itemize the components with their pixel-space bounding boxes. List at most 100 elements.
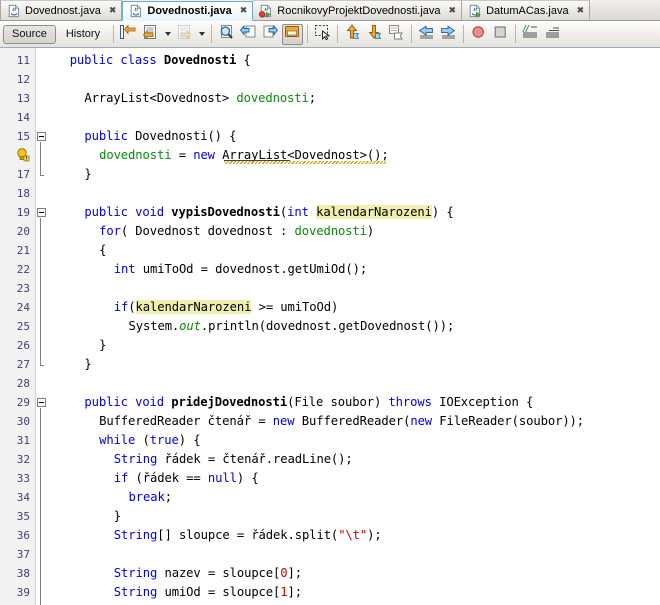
find-next-icon <box>262 24 279 45</box>
forward-navigation-icon <box>176 24 193 45</box>
code-text-area[interactable]: public class Dovednosti { ArrayList<Doved… <box>49 48 660 605</box>
back-dropdown-button[interactable] <box>162 24 173 45</box>
comment-icon: // <box>522 23 539 45</box>
toolbar-separator <box>113 25 115 43</box>
code-folding-bar[interactable] <box>36 48 49 605</box>
editor-tab-dovednosti[interactable]: Dovednosti.java ✖ <box>122 1 254 21</box>
back-navigation-icon <box>142 24 159 45</box>
code-line: } <box>113 509 122 523</box>
chevron-down-icon <box>198 32 205 36</box>
line-number: 19 <box>16 206 30 219</box>
line-number-gutter: 11 12 13 14 15! 17 18 19 20 21 22 23 24 25 26 27 28 29 30 3… <box>0 48 36 605</box>
line-number: 39 <box>16 586 30 599</box>
svg-text://: // <box>522 24 530 33</box>
stop-macro-recording-button[interactable] <box>490 24 511 45</box>
code-line: } <box>84 167 92 181</box>
editor-tab-rocnikovyprojektdovednosti[interactable]: RocnikovyProjektDovednosti.java ✖ <box>253 0 463 20</box>
code-line: } <box>84 357 92 371</box>
comment-button[interactable]: // <box>520 23 541 45</box>
code-line: public class Dovednosti { <box>69 53 251 67</box>
last-edit-button[interactable] <box>118 23 139 45</box>
back-navigation-button[interactable] <box>140 24 161 45</box>
editor-tab-label: DatumACas.java <box>486 4 569 17</box>
code-line: for( Dovednost dovednost : dovednosti) <box>99 224 375 238</box>
next-bookmark-icon <box>366 24 383 45</box>
svg-text:!: ! <box>25 156 28 163</box>
toggle-rectangular-selection-button[interactable] <box>312 24 333 45</box>
start-macro-recording-icon <box>470 24 487 45</box>
code-editor[interactable]: 11 12 13 14 15! 17 18 19 20 21 22 23 24 25 26 27 28 29 30 3… <box>0 48 660 605</box>
line-number: 31 <box>16 434 30 447</box>
next-bookmark-button[interactable] <box>364 24 385 45</box>
editor-tab-dovednost[interactable]: Dovednost.java ✖ <box>0 0 123 20</box>
code-line: BufferedReader čtenář = new BufferedRead… <box>99 414 585 428</box>
fold-collapse-button[interactable] <box>37 208 46 217</box>
fold-collapse-button[interactable] <box>37 398 46 407</box>
toggle-highlight-button[interactable] <box>282 23 304 45</box>
toggle-rectangular-selection-icon <box>314 24 331 45</box>
netbeans-editor-window: Dovednost.java ✖ Dovednosti.java ✖ Rocniko… <box>0 0 660 605</box>
line-number: 14 <box>16 111 30 124</box>
line-number: 18 <box>16 187 30 200</box>
line-number: 33 <box>16 472 30 485</box>
forward-navigation-button[interactable] <box>174 24 195 45</box>
code-line: while (true) { <box>99 433 201 447</box>
toggle-highlight-icon <box>284 24 301 45</box>
toolbar-separator <box>411 25 413 43</box>
find-next-button[interactable] <box>260 24 281 45</box>
line-number: 27 <box>16 358 30 371</box>
code-line: break; <box>128 490 173 504</box>
line-number: 32 <box>16 453 30 466</box>
close-icon[interactable]: ✖ <box>109 2 117 20</box>
close-icon[interactable]: ✖ <box>577 2 585 20</box>
close-icon[interactable]: ✖ <box>240 2 248 20</box>
code-line: String nazev = sloupce[0]; <box>113 566 303 580</box>
code-line: if(kalendarNarozeni >= umiToOd) <box>113 300 339 314</box>
line-number: 15 <box>16 130 30 143</box>
code-line: if (řádek == null) { <box>113 471 259 485</box>
chevron-down-icon <box>164 32 171 36</box>
code-line: int umiToOd = dovednost.getUmiOd(); <box>113 262 368 276</box>
source-label: Source <box>12 28 47 40</box>
previous-bookmark-button[interactable] <box>342 24 363 45</box>
identifier-underline <box>224 160 291 161</box>
uncomment-button[interactable] <box>542 24 563 45</box>
toggle-bookmark-button[interactable] <box>386 24 407 45</box>
line-number: 20 <box>16 225 30 238</box>
shift-left-button[interactable] <box>416 24 437 45</box>
toolbar-separator <box>211 25 213 43</box>
find-selection-button[interactable] <box>216 24 237 45</box>
close-icon[interactable]: ✖ <box>449 2 457 20</box>
code-line: public void pridejDovednosti(File soubor… <box>84 395 534 409</box>
editor-tab-datumacas[interactable]: DatumACas.java ✖ <box>462 0 591 20</box>
code-line: System.out.println(dovednost.getDovednos… <box>128 319 455 333</box>
line-number: 35 <box>16 510 30 523</box>
hint-lightbulb-icon[interactable]: ! <box>15 147 31 163</box>
stop-macro-recording-icon <box>492 24 509 45</box>
forward-dropdown-button[interactable] <box>196 24 207 45</box>
tab-history[interactable]: History <box>57 25 109 44</box>
fold-guide-line <box>40 218 41 365</box>
java-file-icon <box>8 4 20 17</box>
fold-guide-line <box>40 408 41 605</box>
line-number: 17 <box>16 168 30 181</box>
code-line: { <box>99 243 107 257</box>
editor-toolbar: Source History // <box>0 21 660 48</box>
line-number: 36 <box>16 529 30 542</box>
toggle-bookmark-icon <box>388 24 405 45</box>
java-file-icon <box>129 4 143 18</box>
warning-squiggle <box>224 161 386 164</box>
java-file-icon <box>469 4 481 17</box>
shift-right-button[interactable] <box>438 24 459 45</box>
find-previous-button[interactable] <box>238 24 259 45</box>
java-main-file-icon <box>259 4 272 18</box>
tab-source[interactable]: Source <box>3 24 56 44</box>
start-macro-recording-button[interactable] <box>468 24 489 45</box>
history-label: History <box>65 28 101 40</box>
line-number: 34 <box>16 491 30 504</box>
java-main-file-icon <box>259 4 273 18</box>
fold-collapse-button[interactable] <box>37 132 46 141</box>
line-number: 26 <box>16 339 30 352</box>
code-line: ArrayList<Dovednost> dovednosti; <box>84 91 317 105</box>
find-previous-icon <box>240 24 257 45</box>
